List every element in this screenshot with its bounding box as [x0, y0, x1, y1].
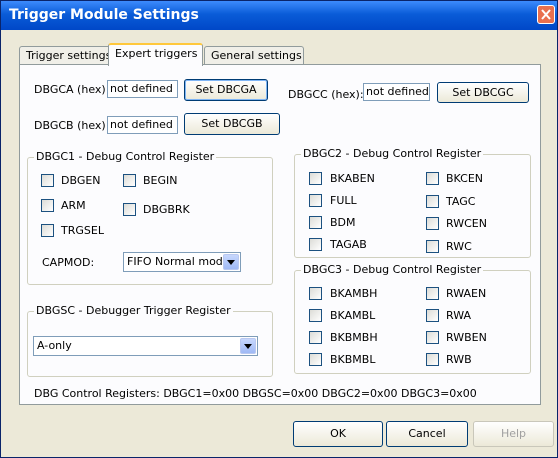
begin-label: BEGIN	[143, 174, 178, 187]
tab-label: Expert triggers	[115, 47, 198, 60]
ok-button[interactable]: OK	[293, 421, 383, 447]
full-label: FULL	[330, 194, 357, 207]
capmod-dropdown[interactable]: FIFO Normal mode	[123, 252, 241, 272]
dbgcc-field: not defined	[363, 83, 430, 101]
trgsel-label: TRGSEL	[61, 224, 104, 237]
tab-label: General settings	[211, 49, 302, 62]
set-dbgca-button[interactable]: Set DBCGA	[184, 79, 268, 101]
rwc-label: RWC	[446, 240, 472, 253]
dbgc2-legend: DBGC2 - Debug Control Register	[301, 147, 484, 160]
dbgc3-group: DBGC3 - Debug Control Register BKAMBH RW…	[294, 263, 531, 374]
dbgcb-label: DBGCB (hex):	[34, 119, 110, 132]
dbgsc-dropdown-arrow[interactable]	[240, 338, 256, 354]
title-bar[interactable]: Trigger Module Settings	[1, 1, 557, 30]
rwaen-label: RWAEN	[446, 287, 487, 300]
chevron-down-icon	[244, 344, 252, 349]
dbgsc-legend: DBGSC - Debugger Trigger Register	[34, 304, 233, 317]
dbgc1-group: DBGC1 - Debug Control Register DBGEN BEG…	[27, 150, 273, 285]
bkaben-checkbox[interactable]	[309, 172, 322, 185]
set-dbgcc-button[interactable]: Set DBCGC	[437, 82, 529, 103]
bkambh-label: BKAMBH	[330, 287, 378, 300]
bkambl-label: BKAMBL	[330, 309, 376, 322]
expert-triggers-panel: DBGCA (hex): not defined Set DBCGA DBGCC…	[19, 64, 541, 405]
tab-label: Trigger settings	[26, 49, 112, 62]
rwa-checkbox[interactable]	[426, 309, 439, 322]
arm-label: ARM	[61, 199, 86, 212]
bkbmbl-label: BKBMBL	[330, 353, 376, 366]
begin-checkbox[interactable]	[123, 174, 136, 187]
rwc-checkbox[interactable]	[426, 240, 439, 253]
rwb-label: RWB	[446, 353, 472, 366]
help-button[interactable]: Help	[473, 421, 554, 447]
bkambl-checkbox[interactable]	[309, 309, 322, 322]
dbgc2-group: DBGC2 - Debug Control Register BKABEN BK…	[294, 147, 531, 258]
bkaben-label: BKABEN	[330, 172, 375, 185]
capmod-value: FIFO Normal mode	[127, 255, 230, 268]
dbgbrk-label: DBGBRK	[143, 203, 190, 216]
rwaen-checkbox[interactable]	[426, 287, 439, 300]
bkambh-checkbox[interactable]	[309, 287, 322, 300]
chevron-down-icon	[227, 260, 235, 265]
bkbmbl-checkbox[interactable]	[309, 353, 322, 366]
window-title: Trigger Module Settings	[9, 7, 199, 23]
bkbmbh-checkbox[interactable]	[309, 331, 322, 344]
dbgsc-value: A-only	[37, 339, 72, 352]
rwcen-label: RWCEN	[446, 217, 487, 230]
bkcen-label: BKCEN	[446, 172, 484, 185]
trgsel-checkbox[interactable]	[41, 224, 54, 237]
tagc-checkbox[interactable]	[426, 195, 439, 208]
full-checkbox[interactable]	[309, 194, 322, 207]
dbgen-label: DBGEN	[61, 174, 101, 187]
bkcen-checkbox[interactable]	[426, 172, 439, 185]
dbgsc-group: DBGSC - Debugger Trigger Register A-only	[27, 304, 273, 377]
rwcen-checkbox[interactable]	[426, 217, 439, 230]
tagc-label: TAGC	[446, 195, 476, 208]
cancel-button[interactable]: Cancel	[386, 421, 468, 447]
capmod-label: CAPMOD:	[42, 256, 95, 269]
bdm-label: BDM	[330, 216, 356, 229]
close-button[interactable]	[537, 5, 555, 24]
dbgc3-legend: DBGC3 - Debug Control Register	[301, 263, 484, 276]
dbgen-checkbox[interactable]	[41, 174, 54, 187]
arm-checkbox[interactable]	[41, 199, 54, 212]
rwa-label: RWA	[446, 309, 471, 322]
dbgca-label: DBGCA (hex):	[34, 83, 110, 96]
bkbmbh-label: BKBMBH	[330, 331, 378, 344]
status-text: DBG Control Registers: DBGC1=0x00 DBGSC=…	[34, 387, 477, 400]
rwben-label: RWBEN	[446, 331, 487, 344]
dbgcc-label: DBGCC (hex):	[288, 88, 364, 101]
tab-general-settings[interactable]: General settings	[204, 46, 304, 64]
dbgcb-field: not defined	[107, 116, 178, 134]
dialog-window: Trigger Module Settings Trigger settings…	[0, 0, 558, 458]
dbgca-field: not defined	[107, 80, 178, 98]
tagab-label: TAGAB	[330, 238, 367, 251]
tab-trigger-settings[interactable]: Trigger settings	[19, 46, 111, 64]
dbgc1-legend: DBGC1 - Debug Control Register	[34, 150, 217, 163]
tab-expert-triggers[interactable]: Expert triggers	[108, 43, 203, 66]
close-icon	[541, 9, 551, 20]
dbgbrk-checkbox[interactable]	[123, 203, 136, 216]
capmod-dropdown-arrow[interactable]	[223, 254, 239, 270]
rwb-checkbox[interactable]	[426, 353, 439, 366]
bdm-checkbox[interactable]	[309, 216, 322, 229]
tagab-checkbox[interactable]	[309, 238, 322, 251]
rwben-checkbox[interactable]	[426, 331, 439, 344]
set-dbgcb-button[interactable]: Set DBCGB	[184, 113, 280, 135]
dbgsc-dropdown[interactable]: A-only	[33, 336, 258, 356]
